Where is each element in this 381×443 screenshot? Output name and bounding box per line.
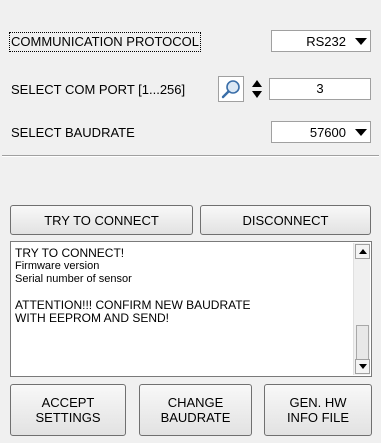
search-icon[interactable]	[218, 76, 244, 102]
scroll-down-icon[interactable]	[355, 359, 370, 374]
change-baudrate-label-1: CHANGE	[167, 395, 224, 410]
accept-settings-button[interactable]: ACCEPT SETTINGS	[10, 384, 126, 436]
try-to-connect-label: TRY TO CONNECT	[44, 212, 159, 228]
chevron-down-icon[interactable]	[352, 31, 370, 51]
accept-settings-label-2: SETTINGS	[35, 410, 101, 425]
protocol-select[interactable]: RS232	[271, 30, 371, 52]
protocol-value: RS232	[306, 33, 346, 49]
accept-settings-label-1: ACCEPT	[41, 395, 95, 410]
chevron-down-icon[interactable]	[352, 122, 370, 142]
disconnect-label: DISCONNECT	[242, 212, 329, 228]
baudrate-select[interactable]: 57600	[271, 121, 371, 143]
log-line: TRY TO CONNECT!	[15, 246, 125, 260]
log-line: Serial number of sensor	[15, 273, 132, 285]
comport-input[interactable]: 3	[269, 78, 371, 100]
change-baudrate-button[interactable]: CHANGE BAUDRATE	[139, 384, 252, 436]
gen-hw-label-2: INFO FILE	[286, 410, 350, 425]
divider	[2, 155, 379, 157]
protocol-label: COMMUNICATION PROTOCOL	[8, 32, 202, 52]
baudrate-label: SELECT BAUDRATE	[11, 125, 135, 140]
log-scrollbar[interactable]	[353, 243, 370, 375]
change-baudrate-label-2: BAUDRATE	[160, 410, 231, 425]
comport-label: SELECT COM PORT [1...256]	[11, 82, 186, 97]
baudrate-value: 57600	[309, 124, 346, 140]
log-textarea[interactable]: TRY TO CONNECT! Firmware version Serial …	[10, 241, 372, 377]
try-to-connect-button[interactable]: TRY TO CONNECT	[10, 205, 193, 235]
spinner-icon[interactable]	[250, 78, 264, 100]
log-line: Firmware version	[15, 260, 100, 272]
gen-hw-info-file-button[interactable]: GEN. HW INFO FILE	[264, 384, 372, 436]
gen-hw-label-1: GEN. HW	[289, 395, 347, 410]
disconnect-button[interactable]: DISCONNECT	[200, 205, 371, 235]
log-line: WITH EEPROM AND SEND!	[15, 311, 170, 325]
scroll-up-icon[interactable]	[355, 244, 370, 259]
